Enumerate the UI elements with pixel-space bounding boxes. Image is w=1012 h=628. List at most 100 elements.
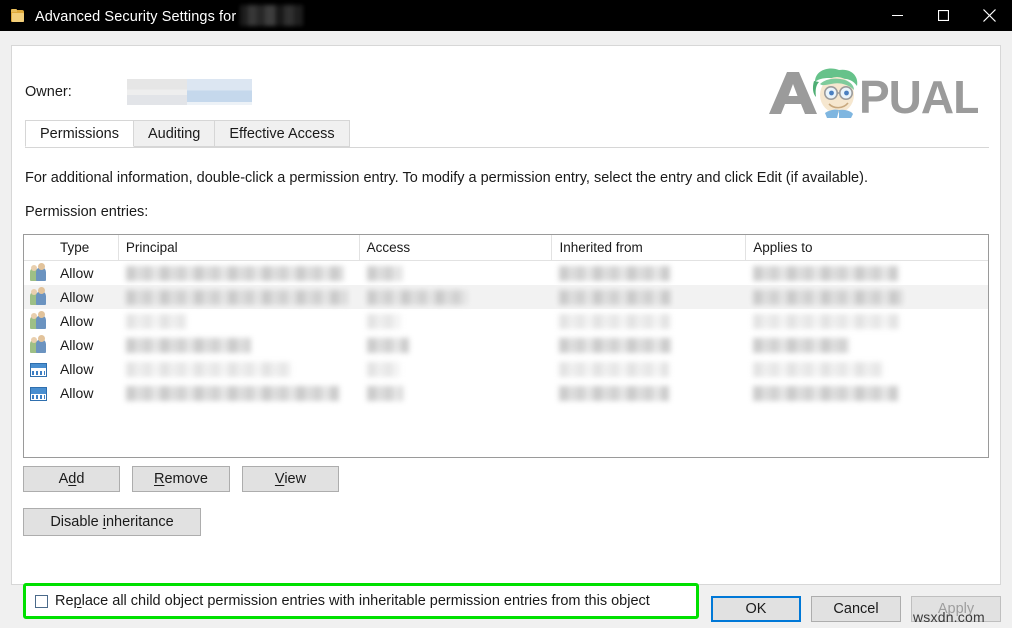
owner-label: Owner:: [25, 84, 72, 100]
redacted-value: [366, 289, 468, 305]
row-type: Allow: [59, 313, 94, 329]
disable-inheritance-button[interactable]: Disable inheritance: [23, 508, 201, 536]
column-header-type[interactable]: Type: [53, 235, 119, 260]
maximize-button[interactable]: [920, 0, 966, 31]
redacted-value: [753, 313, 900, 329]
row-access: [360, 357, 553, 381]
redacted-value: [366, 385, 403, 401]
row-principal: [119, 285, 360, 309]
table-row[interactable]: Allow: [24, 285, 988, 309]
column-header-inherited-from[interactable]: Inherited from: [552, 235, 747, 260]
row-type-icon: [24, 261, 53, 285]
redacted-value: [125, 265, 344, 281]
row-inherited-from: [552, 333, 746, 357]
row-inherited-from: [552, 285, 746, 309]
svg-text:PUALS: PUALS: [859, 71, 978, 120]
tab-auditing[interactable]: Auditing: [132, 120, 216, 147]
column-header-access[interactable]: Access: [360, 235, 553, 260]
permission-entries-label: Permission entries:: [25, 204, 149, 220]
redacted-value: [559, 289, 672, 305]
table-row[interactable]: Allow: [24, 309, 988, 333]
cancel-button[interactable]: Cancel: [811, 596, 901, 622]
dialog-footer: OK Cancel Apply: [0, 596, 1012, 628]
close-button[interactable]: [966, 0, 1012, 31]
row-applies-to: [746, 381, 988, 405]
column-header-icon: [24, 235, 53, 260]
row-access: [360, 381, 553, 405]
redacted-value: [559, 361, 670, 377]
row-applies-to: [746, 333, 988, 357]
appuals-logo: PUALS: [763, 64, 1011, 123]
window-title-text: Advanced Security Settings for: [35, 9, 237, 25]
window-title: Advanced Security Settings for: [35, 5, 304, 26]
row-type-icon: [24, 381, 53, 405]
table-row[interactable]: Allow: [24, 261, 988, 285]
column-header-applies-to[interactable]: Applies to: [746, 235, 988, 260]
redacted-value: [125, 385, 339, 401]
tab-auditing-label: Auditing: [147, 125, 201, 142]
redacted-value: [753, 385, 899, 401]
redacted-value: [125, 337, 251, 353]
redacted-value: [366, 361, 400, 377]
redacted-value: [125, 289, 348, 305]
row-inherited-from: [552, 381, 746, 405]
folder-icon: [10, 8, 26, 24]
remove-button[interactable]: Remove: [132, 466, 230, 492]
redacted-value: [753, 361, 884, 377]
window-controls: [874, 0, 1012, 31]
tab-effective-access[interactable]: Effective Access: [214, 120, 350, 147]
minimize-button[interactable]: [874, 0, 920, 31]
redacted-value: [559, 265, 671, 281]
row-applies-to: [746, 285, 988, 309]
row-type-icon: [24, 285, 53, 309]
site-watermark: wsxdn.com: [913, 609, 985, 625]
row-type: Allow: [59, 385, 94, 401]
group-icon: [29, 335, 47, 353]
owner-row: Owner:: [25, 79, 252, 105]
tab-effective-access-label: Effective Access: [229, 125, 335, 142]
row-type: Allow: [59, 361, 94, 377]
row-type: Allow: [59, 289, 94, 305]
window-title-redacted-object: [240, 5, 304, 26]
row-principal: [119, 309, 360, 333]
add-button[interactable]: Add: [23, 466, 120, 492]
redacted-value: [366, 265, 402, 281]
table-action-buttons: Add Remove View: [23, 466, 351, 492]
column-header-principal[interactable]: Principal: [119, 235, 360, 260]
redacted-value: [559, 313, 671, 329]
redacted-value: [753, 337, 850, 353]
row-type: Allow: [59, 265, 94, 281]
row-applies-to: [746, 357, 988, 381]
tab-permissions[interactable]: Permissions: [25, 120, 134, 147]
window-icon: [29, 362, 47, 377]
title-bar: Advanced Security Settings for: [0, 0, 1012, 31]
redacted-value: [559, 337, 672, 353]
row-principal: [119, 381, 360, 405]
table-row[interactable]: Allow: [24, 357, 988, 381]
ok-button[interactable]: OK: [711, 596, 801, 622]
row-principal: [119, 357, 360, 381]
advanced-security-settings-dialog: Advanced Security Settings for Owner: PU…: [0, 0, 1012, 628]
table-row[interactable]: Allow: [24, 333, 988, 357]
row-access: [360, 285, 553, 309]
row-type-icon: [24, 357, 53, 381]
tab-bar: Permissions Auditing Effective Access: [25, 120, 989, 148]
row-access: [360, 261, 553, 285]
owner-value-redacted: [126, 79, 252, 105]
view-button[interactable]: View: [242, 466, 339, 492]
row-access: [360, 333, 553, 357]
permission-entries-table[interactable]: Type Principal Access Inherited from App…: [23, 234, 989, 458]
row-type-icon: [24, 333, 53, 357]
dialog-body: Owner: PUAL Permissions Auditing Effecti…: [11, 45, 1011, 619]
redacted-value: [559, 385, 670, 401]
row-applies-to: [746, 309, 988, 333]
table-row[interactable]: Allow: [24, 381, 988, 405]
row-principal: [119, 261, 360, 285]
tab-permissions-label: Permissions: [40, 125, 119, 142]
window-icon: [29, 386, 47, 401]
redacted-value: [753, 265, 899, 281]
row-inherited-from: [552, 309, 746, 333]
info-text: For additional information, double-click…: [25, 170, 868, 186]
group-icon: [29, 263, 47, 281]
row-access: [360, 309, 553, 333]
